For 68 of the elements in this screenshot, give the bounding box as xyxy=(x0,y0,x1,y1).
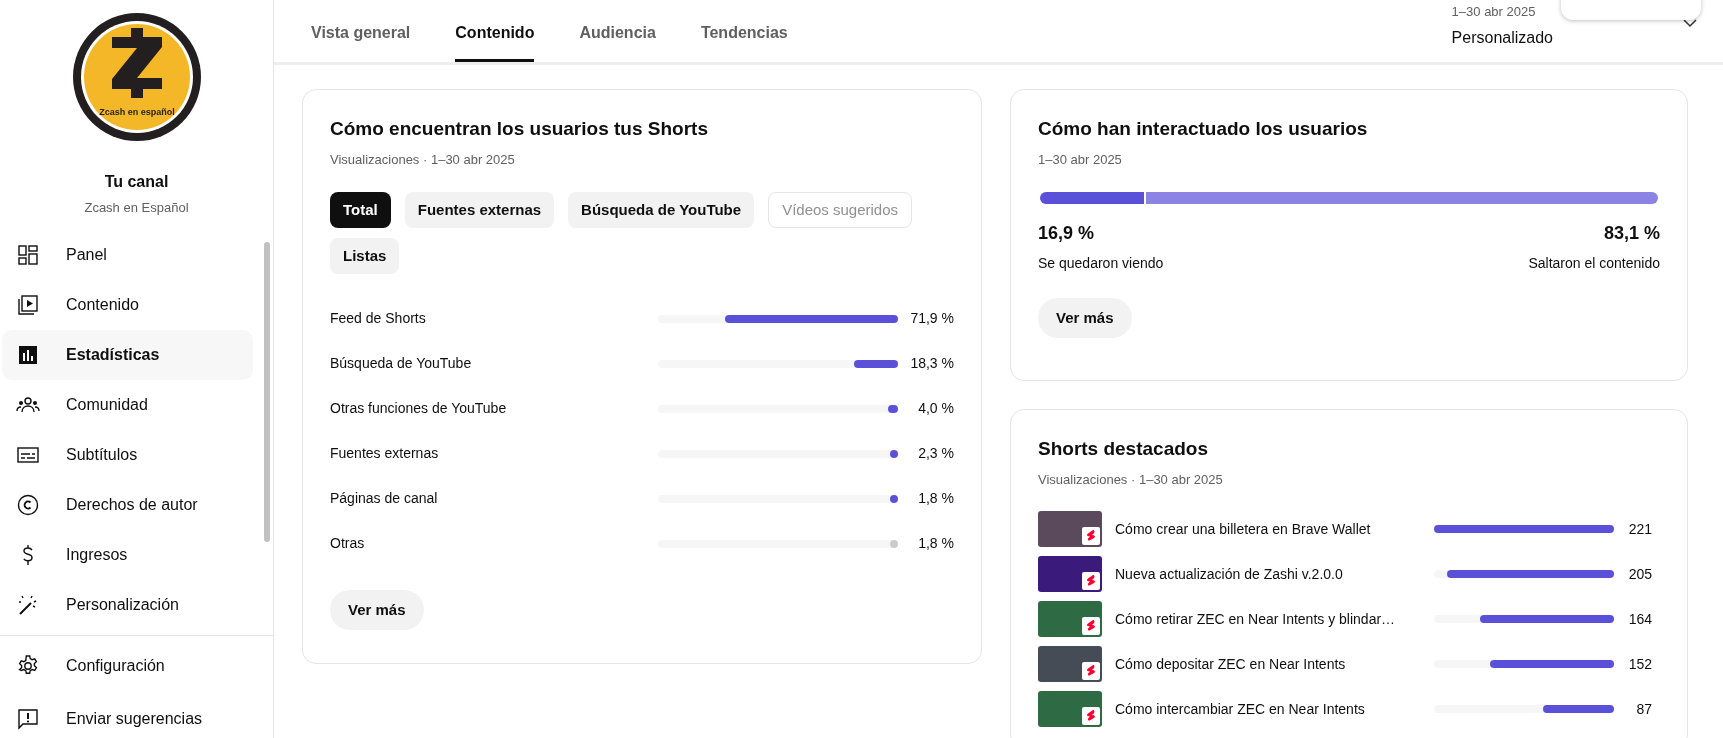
sidebar-item[interactable]: Contenido xyxy=(2,279,253,330)
row-value: 18,3 % xyxy=(909,354,954,373)
shorts-badge-icon xyxy=(1082,527,1100,545)
row-label: Fuentes externas xyxy=(330,444,440,463)
short-title[interactable]: Cómo depositar ZEC en Near Intents xyxy=(1115,653,1434,675)
row-label: Feed de Shorts xyxy=(330,309,427,328)
percent-value: 83,1 % xyxy=(1603,222,1660,245)
short-title[interactable]: Cómo retirar ZEC en Near Intents y blindar… xyxy=(1115,608,1434,630)
row-value: 1,8 % xyxy=(917,489,954,508)
see-more-button[interactable]: Ver más xyxy=(330,590,424,630)
view-count: 152 xyxy=(1627,654,1652,674)
row-value: 71,9 % xyxy=(909,309,954,328)
row-label: Búsqueda de YouTube xyxy=(330,354,473,373)
sidebar-item[interactable]: Ingresos xyxy=(2,529,253,580)
sidebar-item[interactable]: Enviar sugerencias xyxy=(0,692,273,738)
filter-chip[interactable]: Total xyxy=(330,192,391,228)
channel-name: Zcash en Español xyxy=(84,199,189,217)
card-subtitle: 1–30 abr 2025 xyxy=(1038,150,1123,169)
logo-text: Zcash en español xyxy=(98,107,175,117)
dashboard-icon xyxy=(16,242,40,267)
percent-value: 16,9 % xyxy=(1038,222,1095,245)
card-title: Cómo han interactuado los usuarios xyxy=(1038,117,1369,141)
short-title[interactable]: Cómo intercambiar ZEC en Near Intents xyxy=(1115,698,1434,720)
view-count: 164 xyxy=(1627,609,1652,629)
tab[interactable]: Audiencia xyxy=(579,21,656,62)
chevron-down-icon[interactable] xyxy=(1683,19,1697,28)
percent-label: Se quedaron viendo xyxy=(1038,254,1164,273)
sidebar-item[interactable]: Panel xyxy=(2,229,253,280)
shorts-badge-icon xyxy=(1082,617,1100,635)
shorts-badge-icon xyxy=(1082,662,1100,680)
scrollbar[interactable] xyxy=(264,241,270,542)
channel-title: Tu canal xyxy=(104,172,169,192)
card-subtitle: Visualizaciones · 1–30 abr 2025 xyxy=(330,150,516,169)
row-label: Otras xyxy=(330,534,366,553)
row-label: Otras funciones de YouTube xyxy=(330,399,508,418)
view-count: 205 xyxy=(1627,564,1652,584)
short-title[interactable]: Cómo crear una billetera en Brave Wallet xyxy=(1115,518,1434,540)
row-label: Páginas de canal xyxy=(330,489,439,508)
filter-chip[interactable]: Fuentes externas xyxy=(404,192,555,228)
view-count: 87 xyxy=(1635,699,1652,719)
tab[interactable]: Vista general xyxy=(311,21,411,62)
card-subtitle: Visualizaciones · 1–30 abr 2025 xyxy=(1038,470,1224,489)
short-title[interactable]: Nueva actualización de Zashi v.2.0.0 xyxy=(1115,563,1434,585)
tab[interactable]: Contenido xyxy=(455,21,535,62)
shorts-badge-icon xyxy=(1082,572,1100,590)
see-more-button[interactable]: Ver más xyxy=(1038,298,1132,338)
percent-label: Saltaron el contenido xyxy=(1528,254,1660,273)
tab[interactable]: Tendencias xyxy=(700,21,788,62)
sidebar-item[interactable]: Estadísticas xyxy=(2,329,253,380)
shorts-badge-icon xyxy=(1082,707,1100,725)
row-value: 4,0 % xyxy=(917,399,954,418)
sidebar-item[interactable]: Configuración xyxy=(0,639,273,693)
video-library-icon xyxy=(16,292,40,317)
filter-chip[interactable]: Listas xyxy=(330,238,400,274)
sidebar-item[interactable]: Derechos de autor xyxy=(2,479,253,530)
date-preset[interactable]: Personalizado xyxy=(1451,25,1553,50)
sidebar-item[interactable]: Subtítulos xyxy=(2,429,253,480)
row-value: 1,8 % xyxy=(917,534,954,553)
view-count: 221 xyxy=(1627,519,1652,539)
card-title: Shorts destacados xyxy=(1038,437,1209,461)
date-range: 1–30 abr 2025 xyxy=(1451,3,1537,21)
row-value: 2,3 % xyxy=(917,444,954,463)
feedback-icon xyxy=(16,707,40,731)
filter-chip[interactable]: Búsqueda de YouTube xyxy=(568,192,755,228)
copyright-icon xyxy=(16,492,40,517)
sidebar-item[interactable]: Comunidad xyxy=(2,379,253,430)
sidebar-item[interactable]: Personalización xyxy=(2,579,253,630)
card-title: Cómo encuentran los usuarios tus Shorts xyxy=(330,117,709,141)
